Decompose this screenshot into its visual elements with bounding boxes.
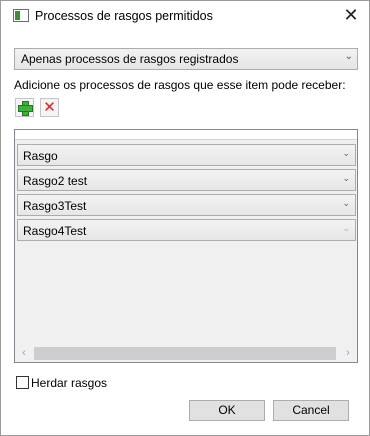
chevron-down-icon: ⌄ <box>344 51 353 62</box>
horizontal-scrollbar[interactable]: ‹ › <box>15 345 357 362</box>
inherit-checkbox[interactable] <box>16 376 29 389</box>
instruction-label: Adicione os processos de rasgos que esse… <box>14 78 346 92</box>
process-select-2[interactable]: Rasgo2 test ⌄ <box>17 169 356 191</box>
process-select-value: Rasgo3Test <box>23 199 87 213</box>
process-list[interactable]: Rasgo ⌄ Rasgo2 test ⌄ Rasgo3Test ⌄ Rasgo… <box>14 129 358 363</box>
process-select-1[interactable]: Rasgo ⌄ <box>17 144 356 166</box>
dialog-window: Processos de rasgos permitidos ✕ Apenas … <box>0 0 370 436</box>
process-select-3[interactable]: Rasgo3Test ⌄ <box>17 194 356 216</box>
add-process-button[interactable] <box>15 98 34 117</box>
chevron-down-icon: ⌄ <box>342 223 350 233</box>
list-header <box>15 130 357 140</box>
title-bar: Processos de rasgos permitidos ✕ <box>1 1 369 31</box>
cancel-button[interactable]: Cancel <box>273 400 349 421</box>
process-select-value: Rasgo2 test <box>23 174 88 188</box>
window-app-icon <box>13 9 29 22</box>
dialog-title: Processos de rasgos permitidos <box>35 9 213 23</box>
remove-process-button[interactable]: ✕ <box>40 98 59 117</box>
inherit-checkbox-label: Herdar rasgos <box>31 376 108 390</box>
mode-select[interactable]: Apenas processos de rasgos registrados ⌄ <box>14 48 358 70</box>
scroll-left-icon[interactable]: ‹ <box>17 347 31 360</box>
chevron-down-icon: ⌄ <box>342 173 350 183</box>
ok-button[interactable]: OK <box>189 400 265 421</box>
process-select-value: Rasgo4Test <box>23 224 87 238</box>
green-plus-icon <box>18 101 33 116</box>
mode-select-value: Apenas processos de rasgos registrados <box>21 52 239 66</box>
scroll-right-icon[interactable]: › <box>341 347 355 360</box>
process-select-4[interactable]: Rasgo4Test ⌄ <box>17 219 356 241</box>
scrollbar-thumb[interactable] <box>34 347 336 360</box>
red-x-icon: ✕ <box>43 99 56 116</box>
process-select-value: Rasgo <box>23 149 58 163</box>
chevron-down-icon: ⌄ <box>342 198 350 208</box>
chevron-down-icon: ⌄ <box>342 148 350 158</box>
close-button[interactable]: ✕ <box>337 3 365 27</box>
